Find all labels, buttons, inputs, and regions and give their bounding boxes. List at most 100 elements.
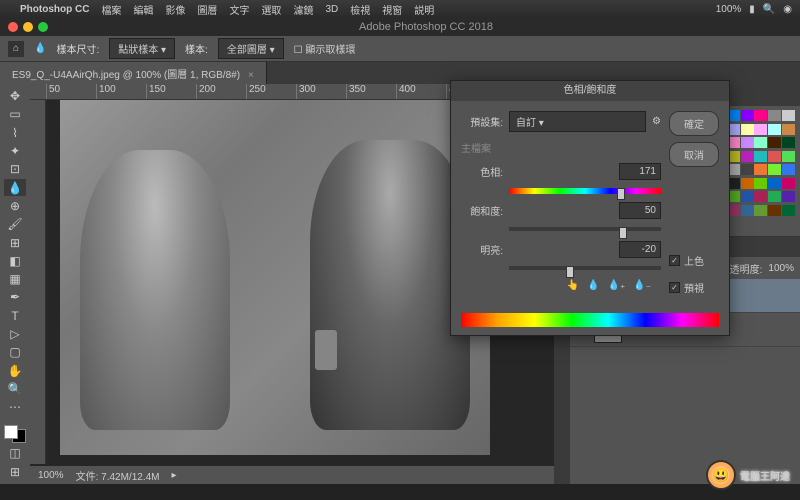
ok-button[interactable]: 確定 bbox=[669, 111, 719, 136]
close-tab-icon[interactable]: × bbox=[248, 70, 254, 81]
eyedropper-add-icon[interactable]: 💧₊ bbox=[608, 280, 626, 291]
chevron-right-icon[interactable]: ▸ bbox=[172, 470, 177, 481]
screenmode-icon[interactable]: ⊞ bbox=[4, 464, 26, 480]
menu-image[interactable]: 影像 bbox=[165, 2, 185, 17]
swatch[interactable] bbox=[768, 205, 781, 216]
menu-type[interactable]: 文字 bbox=[229, 2, 249, 17]
zoom-icon[interactable] bbox=[38, 22, 48, 32]
menu-view[interactable]: 檢視 bbox=[350, 2, 370, 17]
swatch[interactable] bbox=[754, 137, 767, 148]
menu-window[interactable]: 視窗 bbox=[382, 2, 402, 17]
gear-icon[interactable]: ⚙ bbox=[652, 116, 661, 127]
swatch[interactable] bbox=[741, 151, 754, 162]
type-tool[interactable]: T bbox=[4, 308, 26, 324]
swatch[interactable] bbox=[741, 205, 754, 216]
menu-layer[interactable]: 圖層 bbox=[197, 2, 217, 17]
menu-edit[interactable]: 編輯 bbox=[133, 2, 153, 17]
hue-input[interactable]: 171 bbox=[619, 163, 661, 180]
shape-tool[interactable]: ▢ bbox=[4, 344, 26, 360]
quickmask-icon[interactable]: ◫ bbox=[4, 445, 26, 461]
lightness-slider[interactable] bbox=[509, 266, 661, 278]
swatch[interactable] bbox=[768, 110, 781, 121]
swatch[interactable] bbox=[741, 191, 754, 202]
crop-tool[interactable]: ⊡ bbox=[4, 161, 26, 177]
wand-tool[interactable]: ✦ bbox=[4, 143, 26, 159]
eraser-tool[interactable]: ◧ bbox=[4, 253, 26, 269]
swatch[interactable] bbox=[741, 137, 754, 148]
marquee-tool[interactable]: ▭ bbox=[4, 106, 26, 122]
lightness-input[interactable]: -20 bbox=[619, 241, 661, 258]
swatch[interactable] bbox=[782, 205, 795, 216]
eyedropper-icon[interactable]: 💧 bbox=[587, 280, 599, 291]
preset-select[interactable]: 自訂 ▾ bbox=[509, 111, 646, 132]
menu-filter[interactable]: 濾鏡 bbox=[293, 2, 313, 17]
close-icon[interactable] bbox=[8, 22, 18, 32]
saturation-slider[interactable] bbox=[509, 227, 661, 239]
hand-tool[interactable]: ✋ bbox=[4, 362, 26, 378]
lasso-tool[interactable]: ⌇ bbox=[4, 125, 26, 141]
ruler-vertical[interactable] bbox=[30, 100, 46, 464]
menu-select[interactable]: 選取 bbox=[261, 2, 281, 17]
color-swatches[interactable] bbox=[4, 425, 26, 443]
brush-tool[interactable]: 🖌 bbox=[4, 216, 26, 232]
foreground-color[interactable] bbox=[4, 425, 18, 439]
zoom-tool[interactable]: 🔍 bbox=[4, 381, 26, 397]
cancel-button[interactable]: 取消 bbox=[669, 142, 719, 167]
home-icon[interactable]: ⌂ bbox=[8, 41, 24, 57]
canvas[interactable] bbox=[60, 100, 490, 455]
app-name[interactable]: Photoshop CC bbox=[20, 4, 89, 15]
swatch[interactable] bbox=[754, 191, 767, 202]
hue-saturation-dialog[interactable]: 色相/飽和度 預設集: 自訂 ▾ ⚙ 主檔案 色相: 171 飽和度: 50 bbox=[450, 80, 730, 336]
search-icon[interactable]: 🔍 bbox=[763, 4, 775, 15]
swatch[interactable] bbox=[768, 151, 781, 162]
swatch[interactable] bbox=[754, 151, 767, 162]
gradient-tool[interactable]: ▦ bbox=[4, 271, 26, 287]
stamp-tool[interactable]: ⊞ bbox=[4, 234, 26, 250]
swatch[interactable] bbox=[741, 164, 754, 175]
eyedropper-sub-icon[interactable]: 💧₋ bbox=[633, 280, 651, 291]
swatch[interactable] bbox=[782, 178, 795, 189]
siri-icon[interactable]: ◉ bbox=[783, 4, 792, 15]
swatch[interactable] bbox=[782, 164, 795, 175]
swatch[interactable] bbox=[741, 178, 754, 189]
swatch[interactable] bbox=[768, 191, 781, 202]
doc-size[interactable]: 文件: 7.42M/12.4M bbox=[76, 468, 160, 483]
opacity-value[interactable]: 100% bbox=[768, 263, 794, 274]
master-label[interactable]: 主檔案 bbox=[461, 140, 491, 155]
swatch[interactable] bbox=[754, 178, 767, 189]
swatch[interactable] bbox=[768, 124, 781, 135]
sample-size-select[interactable]: 點狀樣本 ▾ bbox=[109, 38, 175, 59]
saturation-input[interactable]: 50 bbox=[619, 202, 661, 219]
finger-icon[interactable]: 👆 bbox=[567, 280, 579, 291]
swatch[interactable] bbox=[741, 124, 754, 135]
swatch[interactable] bbox=[768, 164, 781, 175]
colorize-checkbox[interactable]: ✓上色 bbox=[669, 253, 719, 268]
show-ring-checkbox[interactable]: ☐ 顯示取樣環 bbox=[294, 41, 356, 56]
swatch[interactable] bbox=[754, 205, 767, 216]
menu-help[interactable]: 説明 bbox=[414, 2, 434, 17]
swatch[interactable] bbox=[754, 164, 767, 175]
document-tab[interactable]: ES9_Q_-U4AAirQh.jpeg @ 100% (圖層 1, RGB/8… bbox=[0, 62, 267, 85]
path-tool[interactable]: ▷ bbox=[4, 326, 26, 342]
swatch[interactable] bbox=[768, 178, 781, 189]
swatch[interactable] bbox=[782, 191, 795, 202]
swatch[interactable] bbox=[741, 110, 754, 121]
swatch[interactable] bbox=[782, 110, 795, 121]
heal-tool[interactable]: ⊕ bbox=[4, 198, 26, 214]
zoom-level[interactable]: 100% bbox=[38, 470, 64, 481]
move-tool[interactable]: ✥ bbox=[4, 88, 26, 104]
eyedropper-tool[interactable]: 💧 bbox=[4, 179, 26, 195]
swatch[interactable] bbox=[782, 124, 795, 135]
menu-file[interactable]: 檔案 bbox=[101, 2, 121, 17]
edit-toolbar[interactable]: ⋯ bbox=[4, 399, 26, 415]
swatch[interactable] bbox=[782, 137, 795, 148]
swatch[interactable] bbox=[754, 110, 767, 121]
dialog-title[interactable]: 色相/飽和度 bbox=[451, 81, 729, 101]
swatch[interactable] bbox=[782, 151, 795, 162]
menu-3d[interactable]: 3D bbox=[325, 4, 338, 15]
hue-slider[interactable] bbox=[509, 188, 661, 200]
swatch[interactable] bbox=[768, 137, 781, 148]
pen-tool[interactable]: ✒ bbox=[4, 289, 26, 305]
minimize-icon[interactable] bbox=[23, 22, 33, 32]
sample-select[interactable]: 全部圖層 ▾ bbox=[218, 38, 284, 59]
